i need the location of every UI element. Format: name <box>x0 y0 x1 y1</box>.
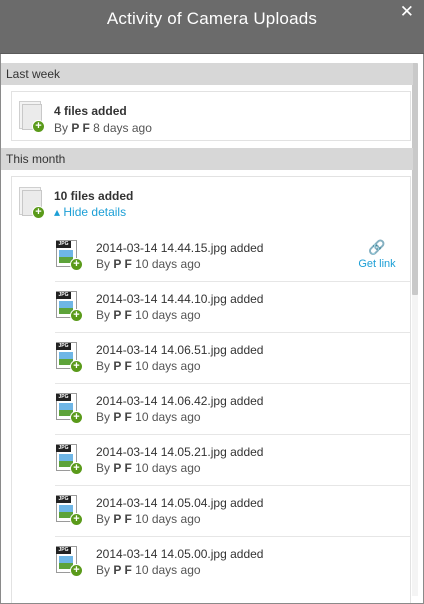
link-icon: 🔗 <box>368 239 386 255</box>
user-name: P F <box>113 257 132 271</box>
activity-headline: 4 files added <box>54 104 127 118</box>
file-row[interactable]: JPG + 2014-03-14 14.05.21.jpg added By P… <box>55 435 410 486</box>
files-stack-icon: + <box>17 187 45 221</box>
by-prefix: By <box>54 121 69 135</box>
activity-byline: By P F 8 days ago <box>54 121 152 135</box>
panel-top-gap <box>1 54 423 63</box>
window-title: Activity of Camera Uploads <box>106 9 318 28</box>
file-row[interactable]: JPG + 2014-03-14 14.05.00.jpg added By P… <box>55 537 410 588</box>
section-header-this-month: This month <box>1 148 413 170</box>
file-name: 2014-03-14 14.05.21.jpg added <box>96 445 264 459</box>
hide-details-link[interactable]: ▴ Hide details <box>54 205 126 219</box>
user-name: P F <box>71 121 90 135</box>
jpg-file-icon: JPG + <box>55 494 83 528</box>
jpg-file-icon: JPG + <box>55 341 83 375</box>
plus-badge-icon: + <box>70 564 83 577</box>
file-time: 10 days ago <box>135 308 201 322</box>
file-row[interactable]: JPG + 2014-03-14 14.44.10.jpg added By P… <box>55 282 410 333</box>
plus-badge-icon: + <box>70 258 83 271</box>
file-row[interactable]: JPG + 2014-03-14 14.05.04.jpg added By P… <box>55 486 410 537</box>
file-name: 2014-03-14 14.44.15.jpg added <box>96 241 264 255</box>
plus-badge-icon: + <box>70 411 83 424</box>
file-name: 2014-03-14 14.44.10.jpg added <box>96 292 264 306</box>
file-time: 10 days ago <box>135 461 201 475</box>
scrollbar-thumb[interactable] <box>412 63 418 295</box>
close-icon[interactable]: ✕ <box>400 3 414 21</box>
file-byline: By P F 10 days ago <box>96 308 201 322</box>
user-name: P F <box>113 410 132 424</box>
user-name: P F <box>113 563 132 577</box>
file-name: 2014-03-14 14.05.04.jpg added <box>96 496 264 510</box>
files-stack-icon: + <box>17 101 45 135</box>
file-time: 10 days ago <box>135 359 201 373</box>
get-link-button[interactable]: 🔗 Get link <box>355 239 399 270</box>
plus-badge-icon: + <box>32 120 45 133</box>
file-name: 2014-03-14 14.05.00.jpg added <box>96 547 264 561</box>
get-link-label: Get link <box>358 258 396 270</box>
file-byline: By P F 10 days ago <box>96 563 201 577</box>
file-byline: By P F 10 days ago <box>96 257 201 271</box>
file-name: 2014-03-14 14.06.51.jpg added <box>96 343 264 357</box>
activity-card-last-week: + 4 files added By P F 8 days ago <box>11 91 411 141</box>
hide-details-label: Hide details <box>63 205 127 219</box>
plus-badge-icon: + <box>70 462 83 475</box>
file-row[interactable]: JPG + 2014-03-14 14.06.42.jpg added By P… <box>55 384 410 435</box>
file-time: 10 days ago <box>135 512 201 526</box>
file-row[interactable]: JPG + 2014-03-14 14.06.51.jpg added By P… <box>55 333 410 384</box>
user-name: P F <box>113 461 132 475</box>
file-time: 10 days ago <box>135 563 201 577</box>
plus-badge-icon: + <box>70 360 83 373</box>
plus-badge-icon: + <box>70 513 83 526</box>
chevron-up-icon: ▴ <box>54 205 61 219</box>
plus-badge-icon: + <box>32 206 45 219</box>
jpg-file-icon: JPG + <box>55 239 83 273</box>
jpg-file-icon: JPG + <box>55 545 83 579</box>
user-name: P F <box>113 512 132 526</box>
file-byline: By P F 10 days ago <box>96 410 201 424</box>
section-header-last-week: Last week <box>1 63 413 85</box>
jpg-file-icon: JPG + <box>55 290 83 324</box>
file-byline: By P F 10 days ago <box>96 359 201 373</box>
file-byline: By P F 10 days ago <box>96 461 201 475</box>
activity-panel: Last week + 4 files added By P F 8 days … <box>0 54 424 604</box>
window-titlebar: Activity of Camera Uploads ✕ <box>0 0 424 54</box>
file-row[interactable]: JPG + 2014-03-14 14.44.15.jpg added By P… <box>55 231 410 282</box>
activity-time: 8 days ago <box>93 121 152 135</box>
user-name: P F <box>113 308 132 322</box>
file-time: 10 days ago <box>135 257 201 271</box>
jpg-file-icon: JPG + <box>55 392 83 426</box>
file-time: 10 days ago <box>135 410 201 424</box>
plus-badge-icon: + <box>70 309 83 322</box>
user-name: P F <box>113 359 132 373</box>
file-name: 2014-03-14 14.06.42.jpg added <box>96 394 264 408</box>
scrollbar[interactable] <box>412 63 418 596</box>
activity-headline: 10 files added <box>54 189 134 203</box>
file-byline: By P F 10 days ago <box>96 512 201 526</box>
jpg-file-icon: JPG + <box>55 443 83 477</box>
